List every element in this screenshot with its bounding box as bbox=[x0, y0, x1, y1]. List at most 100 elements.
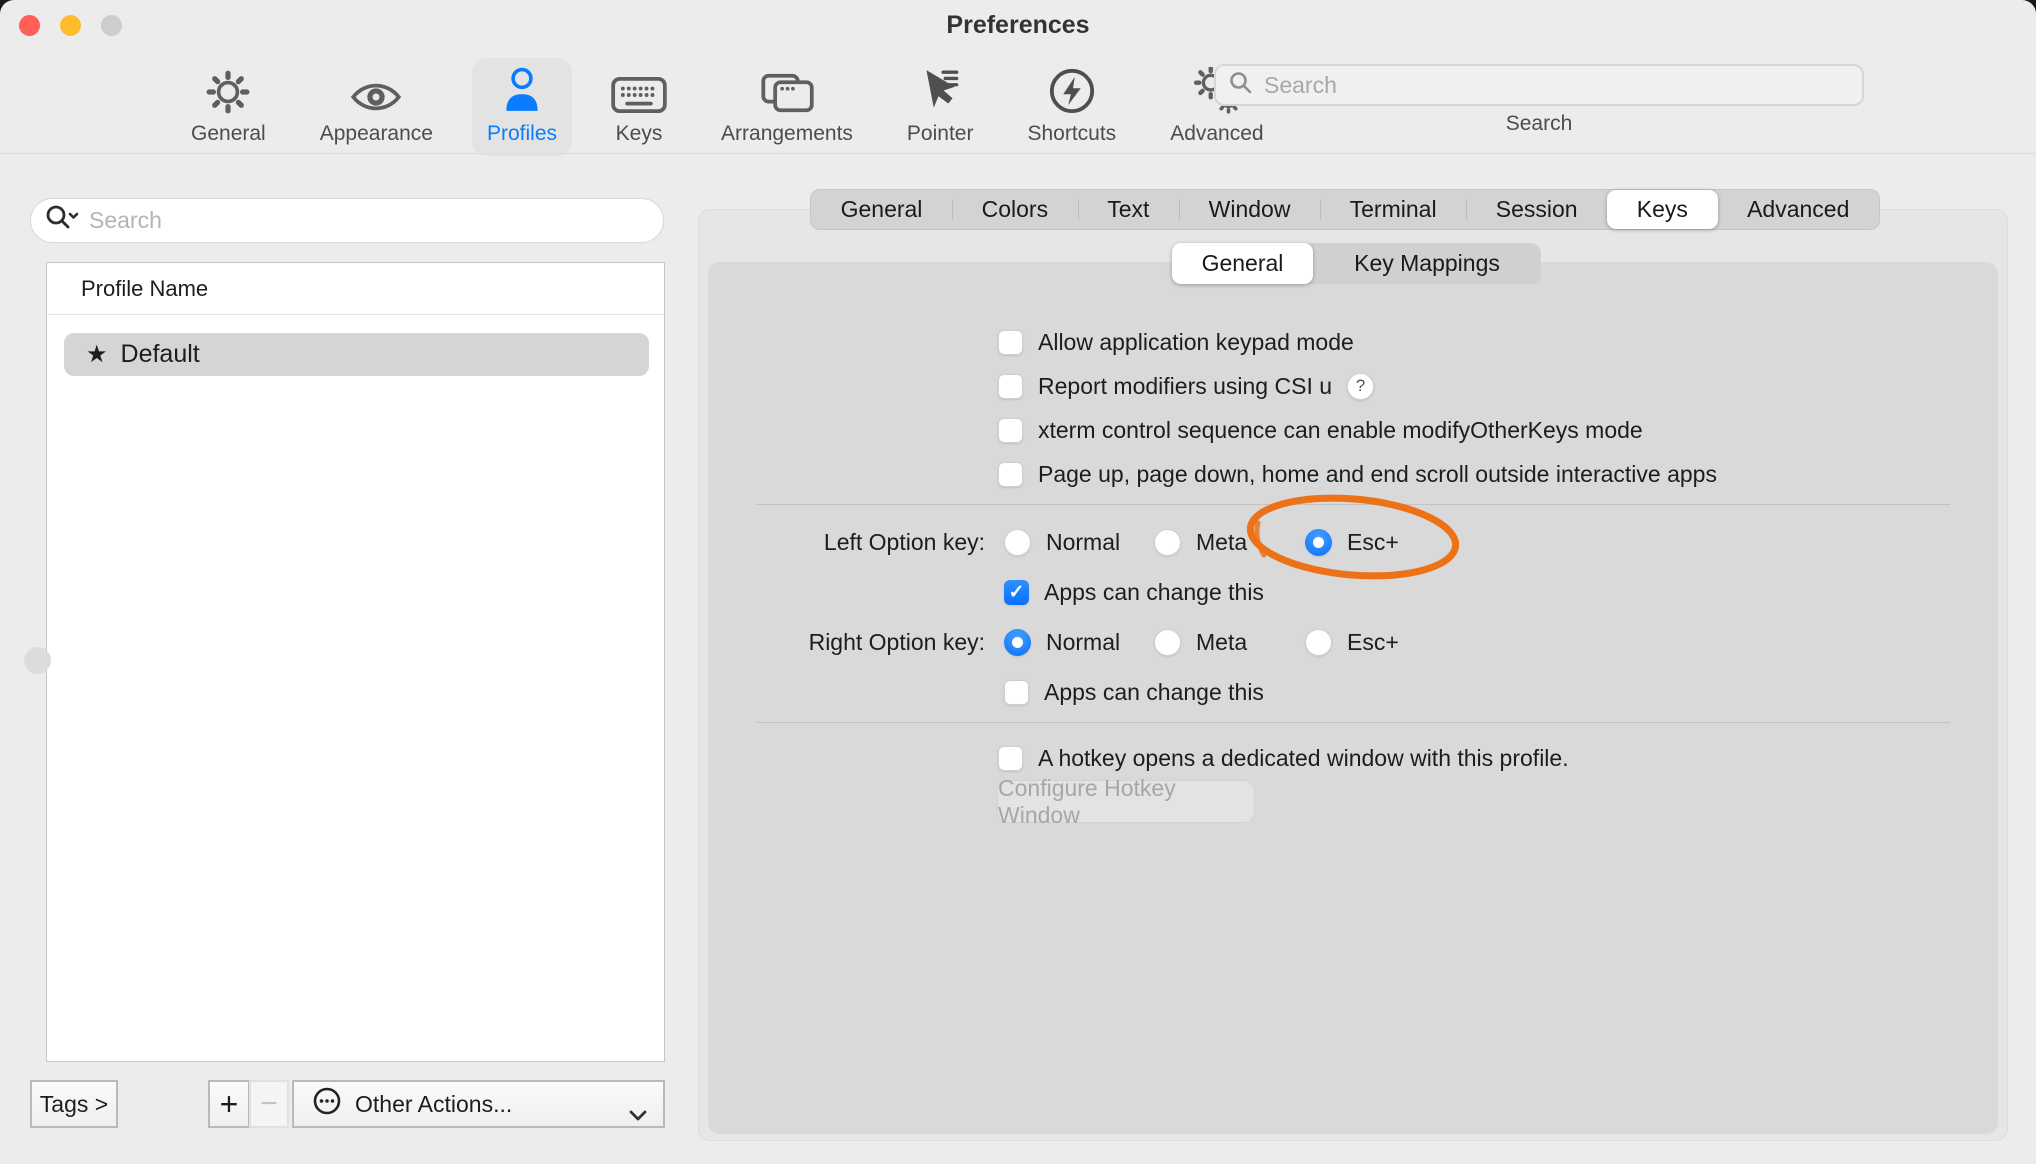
radio-label: Normal bbox=[1046, 629, 1120, 656]
checkbox-label: xterm control sequence can enable modify… bbox=[1038, 417, 1643, 444]
checkbox-label: A hotkey opens a dedicated window with t… bbox=[1038, 745, 1569, 772]
toolbar-item-label: Pointer bbox=[907, 122, 974, 146]
profile-name: Default bbox=[121, 340, 200, 369]
gear-icon bbox=[205, 67, 251, 115]
window-edge-dot bbox=[24, 647, 51, 674]
keypad-mode-checkbox[interactable] bbox=[998, 330, 1023, 355]
hotkey-checkbox[interactable] bbox=[998, 746, 1023, 771]
csi-u-checkbox[interactable] bbox=[998, 374, 1023, 399]
subtab-key-mappings[interactable]: Key Mappings bbox=[1313, 243, 1541, 284]
lightning-icon bbox=[1048, 67, 1096, 115]
radio-label: Meta bbox=[1196, 629, 1247, 656]
tags-button[interactable]: Tags > bbox=[30, 1080, 118, 1128]
chevron-down-icon bbox=[629, 1100, 647, 1127]
toolbar-item-label: Profiles bbox=[487, 122, 557, 146]
toolbar-item-shortcuts[interactable]: Shortcuts bbox=[1012, 58, 1131, 156]
tab-advanced[interactable]: Advanced bbox=[1718, 190, 1880, 229]
row-keypad-mode[interactable]: Allow application keypad mode bbox=[998, 322, 1354, 362]
tab-terminal[interactable]: Terminal bbox=[1320, 190, 1466, 229]
preferences-window: Preferences General bbox=[0, 0, 2036, 1164]
section-divider bbox=[756, 504, 1950, 505]
toolbar-item-label: Appearance bbox=[320, 122, 433, 146]
tab-general[interactable]: General bbox=[811, 190, 952, 229]
profile-list-header: Profile Name bbox=[47, 263, 664, 315]
other-actions-dropdown[interactable]: Other Actions... bbox=[292, 1080, 665, 1128]
help-button[interactable]: ? bbox=[1347, 373, 1374, 400]
radio-icon[interactable] bbox=[1154, 529, 1181, 556]
checkbox-label: Report modifiers using CSI u bbox=[1038, 373, 1332, 400]
right-option-meta-radio[interactable]: Meta bbox=[1154, 622, 1247, 662]
profile-search-input[interactable] bbox=[89, 207, 649, 234]
toolbar-item-appearance[interactable]: Appearance bbox=[305, 58, 448, 156]
ellipsis-circle-icon bbox=[312, 1086, 342, 1122]
left-option-key-label: Left Option key: bbox=[665, 527, 985, 557]
section-divider bbox=[756, 722, 1950, 723]
keys-subtab-bar: General Key Mappings bbox=[1172, 243, 1541, 284]
subtab-general[interactable]: General bbox=[1172, 243, 1313, 284]
left-option-meta-radio[interactable]: Meta bbox=[1154, 522, 1247, 562]
checkbox-label: Page up, page down, home and end scroll … bbox=[1038, 461, 1717, 488]
toolbar-item-arrangements[interactable]: Arrangements bbox=[706, 58, 868, 156]
tab-colors[interactable]: Colors bbox=[952, 190, 1078, 229]
left-option-normal-radio[interactable]: Normal bbox=[1004, 522, 1120, 562]
row-scroll-outside[interactable]: Page up, page down, home and end scroll … bbox=[998, 454, 1717, 494]
toolbar-item-pointer[interactable]: Pointer bbox=[892, 58, 989, 156]
tab-keys[interactable]: Keys bbox=[1607, 190, 1717, 229]
modify-other-keys-checkbox[interactable] bbox=[998, 418, 1023, 443]
configure-hotkey-window-button: Configure Hotkey Window bbox=[997, 780, 1255, 823]
right-apps-can-change-row[interactable]: Apps can change this bbox=[1004, 672, 1264, 712]
remove-profile-button[interactable]: − bbox=[249, 1080, 289, 1128]
right-option-normal-radio[interactable]: Normal bbox=[1004, 622, 1120, 662]
right-option-esc-radio[interactable]: Esc+ bbox=[1305, 622, 1399, 662]
window-title: Preferences bbox=[0, 11, 2036, 40]
checkbox-label: Apps can change this bbox=[1044, 579, 1264, 606]
profile-row-default[interactable]: ★ Default bbox=[64, 333, 649, 376]
hotkey-row[interactable]: A hotkey opens a dedicated window with t… bbox=[998, 738, 1569, 778]
left-apps-can-change-checkbox[interactable] bbox=[1004, 580, 1029, 605]
tab-text[interactable]: Text bbox=[1078, 190, 1179, 229]
toolbar-item-label: Arrangements bbox=[721, 122, 853, 146]
left-option-esc-radio[interactable]: Esc+ bbox=[1305, 522, 1399, 562]
default-star-icon: ★ bbox=[86, 340, 108, 369]
tab-window[interactable]: Window bbox=[1179, 190, 1320, 229]
checkbox-label: Allow application keypad mode bbox=[1038, 329, 1354, 356]
radio-label: Esc+ bbox=[1347, 529, 1399, 556]
toolbar-search-field[interactable] bbox=[1214, 64, 1864, 106]
radio-icon[interactable] bbox=[1154, 629, 1181, 656]
toolbar-item-label: Keys bbox=[616, 122, 663, 146]
radio-label: Normal bbox=[1046, 529, 1120, 556]
search-menu-icon[interactable] bbox=[45, 204, 79, 237]
toolbar-item-keys[interactable]: Keys bbox=[596, 58, 682, 156]
checkbox-label: Apps can change this bbox=[1044, 679, 1264, 706]
other-actions-label: Other Actions... bbox=[355, 1091, 512, 1118]
profile-tab-bar: General Colors Text Window Terminal Sess… bbox=[810, 189, 1880, 230]
add-profile-button[interactable]: + bbox=[208, 1080, 250, 1128]
radio-icon[interactable] bbox=[1305, 529, 1332, 556]
toolbar-item-general[interactable]: General bbox=[176, 58, 281, 156]
radio-label: Esc+ bbox=[1347, 629, 1399, 656]
tab-session[interactable]: Session bbox=[1466, 190, 1607, 229]
person-icon bbox=[501, 67, 543, 115]
windows-icon bbox=[759, 67, 815, 115]
radio-icon[interactable] bbox=[1004, 529, 1031, 556]
radio-icon[interactable] bbox=[1004, 629, 1031, 656]
row-modify-other-keys[interactable]: xterm control sequence can enable modify… bbox=[998, 410, 1643, 450]
row-csi-u[interactable]: Report modifiers using CSI u ? bbox=[998, 366, 1374, 406]
left-apps-can-change-row[interactable]: Apps can change this bbox=[1004, 572, 1264, 612]
toolbar-item-label: General bbox=[191, 122, 266, 146]
scroll-outside-checkbox[interactable] bbox=[998, 462, 1023, 487]
toolbar-search-label: Search bbox=[1214, 112, 1864, 136]
profile-list-panel: Profile Name ★ Default bbox=[46, 262, 665, 1062]
cursor-icon bbox=[918, 67, 962, 115]
eye-icon bbox=[350, 67, 402, 115]
right-option-key-label: Right Option key: bbox=[665, 627, 985, 657]
toolbar-search-input[interactable] bbox=[1264, 72, 1850, 99]
toolbar-item-profiles[interactable]: Profiles bbox=[472, 58, 572, 156]
radio-icon[interactable] bbox=[1305, 629, 1332, 656]
toolbar-divider bbox=[0, 153, 2036, 154]
profile-search-field[interactable] bbox=[30, 198, 664, 243]
radio-label: Meta bbox=[1196, 529, 1247, 556]
right-apps-can-change-checkbox[interactable] bbox=[1004, 680, 1029, 705]
keyboard-icon bbox=[611, 67, 667, 115]
toolbar-item-label: Shortcuts bbox=[1027, 122, 1116, 146]
